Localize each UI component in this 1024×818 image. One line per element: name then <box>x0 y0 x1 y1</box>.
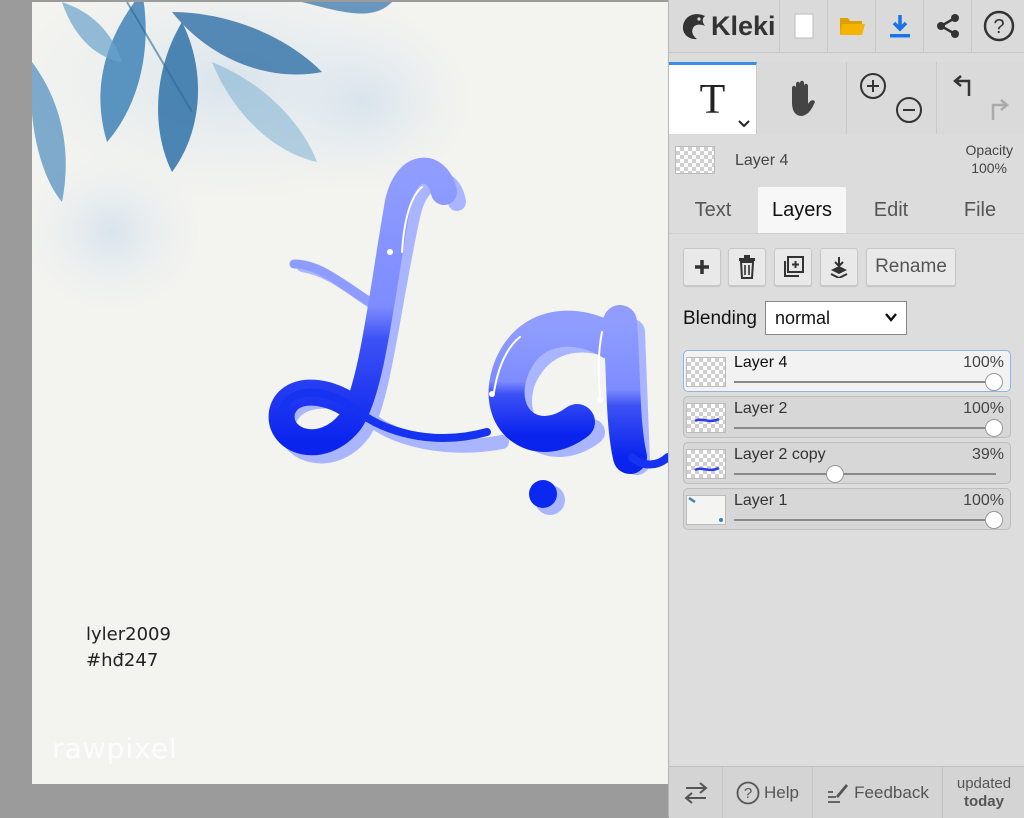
help-icon: ? <box>983 10 1014 42</box>
layer-item[interactable]: Layer 4 100% <box>683 350 1011 392</box>
duplicate-layer-button[interactable] <box>774 248 812 286</box>
kleki-logo[interactable]: Kleki <box>679 8 776 44</box>
updated-line-2: today <box>963 792 1004 810</box>
undo-redo-buttons <box>937 62 1024 134</box>
layer-thumbnail <box>686 449 726 479</box>
feedback-link[interactable]: Feedback <box>813 767 943 818</box>
download-icon <box>889 15 910 38</box>
rename-layer-button[interactable]: Rename <box>866 248 956 286</box>
blending-label: Blending <box>683 308 757 329</box>
current-layer-name: Layer 4 <box>735 152 789 169</box>
watermark: rawpixel <box>52 732 178 765</box>
undo-icon[interactable] <box>951 72 979 100</box>
blending-select[interactable]: normal <box>765 301 907 335</box>
opacity-slider-knob[interactable] <box>985 511 1003 529</box>
zoom-out-icon[interactable] <box>895 96 923 124</box>
side-panel: Kleki ? T Layer 4 Opacity 100% Text Laye… <box>668 0 1024 818</box>
help-label: Help <box>764 782 799 802</box>
opacity-label: Opacity <box>965 142 1013 158</box>
layer-name: Layer 1 <box>734 492 788 509</box>
signature-line-2: #hđ247 <box>86 650 159 671</box>
merge-layer-button[interactable] <box>820 248 858 286</box>
help-link[interactable]: ? Help <box>723 767 813 818</box>
duplicate-icon <box>784 256 804 277</box>
new-document-icon <box>794 13 813 39</box>
swap-side-button[interactable] <box>669 767 723 818</box>
layer-opacity: 100% <box>963 492 1004 509</box>
kleki-bird-icon <box>682 14 705 40</box>
delete-layer-button[interactable] <box>728 248 766 286</box>
plus-icon <box>695 260 709 274</box>
tab-edit[interactable]: Edit <box>847 187 935 233</box>
layer-name: Layer 4 <box>734 354 788 371</box>
layer-name: Layer 2 <box>734 400 788 417</box>
redo-icon[interactable] <box>983 96 1011 124</box>
layer-thumbnail <box>686 357 726 387</box>
text-tool-button[interactable]: T <box>669 62 757 134</box>
layer-item[interactable]: Layer 2 copy 39% <box>683 442 1011 484</box>
canvas-area[interactable]: lyler2009 #hđ247 rawpixel <box>0 0 668 817</box>
text-tool-icon: T <box>699 76 726 123</box>
opacity-slider-knob[interactable] <box>985 373 1003 391</box>
new-document-button[interactable] <box>779 0 827 52</box>
opacity-value: 100% <box>971 160 1007 176</box>
layer-thumbnail <box>686 403 726 433</box>
layers-panel: Rename Blending normal Layer 4 100% Laye… <box>669 233 1024 764</box>
tool-row: T <box>669 62 1024 134</box>
chevron-down-icon[interactable] <box>738 120 750 128</box>
current-layer-thumbnail <box>675 146 715 174</box>
layer-opacity: 39% <box>971 446 1004 463</box>
svg-text:?: ? <box>993 16 1004 38</box>
opacity-slider-knob[interactable] <box>985 419 1003 437</box>
layer-name: Layer 2 copy <box>734 446 826 463</box>
tab-file[interactable]: File <box>936 187 1024 233</box>
chevron-down-icon <box>885 313 897 322</box>
hand-icon <box>791 80 815 116</box>
layer-item[interactable]: Layer 1 100% <box>683 488 1011 530</box>
svg-text:?: ? <box>744 785 752 802</box>
opacity-slider-track[interactable] <box>734 381 996 383</box>
opacity-slider-track[interactable] <box>734 473 996 475</box>
layer-item[interactable]: Layer 2 100% <box>683 396 1011 438</box>
top-bar: Kleki ? <box>669 0 1024 53</box>
updated-line-1: updated <box>956 774 1012 792</box>
tab-text[interactable]: Text <box>669 187 757 233</box>
feedback-label: Feedback <box>854 782 929 802</box>
share-button[interactable] <box>923 0 971 52</box>
hand-tool-button[interactable] <box>757 62 847 134</box>
feedback-pencil-icon <box>828 783 849 803</box>
layer-opacity: 100% <box>963 400 1004 417</box>
share-icon <box>936 14 959 38</box>
lettering <box>268 157 668 474</box>
drawing-canvas[interactable]: lyler2009 #hđ247 rawpixel <box>32 2 668 784</box>
dot-mark <box>529 480 557 508</box>
merge-down-icon <box>830 257 848 278</box>
tab-layers[interactable]: Layers <box>758 187 846 233</box>
signature-line-1: lyler2009 <box>86 624 171 645</box>
tab-bar: Text Layers Edit File <box>669 187 1024 233</box>
opacity-slider-track[interactable] <box>734 427 996 429</box>
trash-icon <box>739 255 755 279</box>
blending-value: normal <box>775 307 831 328</box>
help-button[interactable]: ? <box>971 0 1024 52</box>
app-name: Kleki <box>711 10 776 41</box>
swap-arrows-icon <box>683 781 708 804</box>
add-layer-button[interactable] <box>683 248 721 286</box>
download-button[interactable] <box>875 0 923 52</box>
updated-link[interactable]: updated today <box>943 767 1024 818</box>
layer-thumbnail <box>686 495 726 525</box>
layer-opacity: 100% <box>963 354 1004 371</box>
help-icon: ? <box>736 781 760 804</box>
current-layer-info: Layer 4 Opacity 100% <box>669 136 1024 184</box>
zoom-in-icon[interactable] <box>859 72 887 100</box>
open-folder-icon <box>839 18 865 35</box>
zoom-buttons <box>847 62 937 134</box>
bottom-bar: ? Help Feedback updated today <box>669 766 1024 818</box>
opacity-slider-knob[interactable] <box>826 465 845 483</box>
opacity-slider-track[interactable] <box>734 519 996 521</box>
open-file-button[interactable] <box>827 0 875 52</box>
